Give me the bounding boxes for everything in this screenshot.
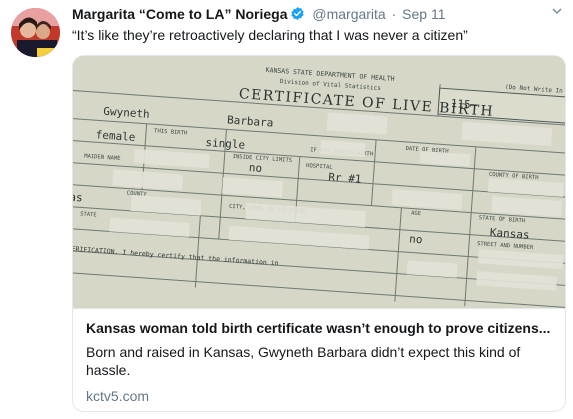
cert-address-number: Rr #1 <box>328 171 362 186</box>
tweet-text: “It’s like they’re retroactively declari… <box>72 27 468 43</box>
card-description: Born and raised in Kansas, Gwyneth Barba… <box>86 344 521 378</box>
user-handle[interactable]: @margarita <box>312 6 385 22</box>
cert-inside-city: no <box>248 161 262 175</box>
separator-dot: · <box>391 6 397 22</box>
cert-birth-type: single <box>205 136 246 152</box>
display-name[interactable]: Margarita “Come to LA” Noriega <box>72 6 287 22</box>
card-domain[interactable]: kctv5.com <box>86 388 149 404</box>
chevron-down-icon[interactable] <box>551 4 563 16</box>
cert-county: as <box>73 191 83 205</box>
cert-state: Kansas <box>489 226 530 242</box>
avatar-photo <box>11 8 60 57</box>
card-image: KANSAS STATE DEPARTMENT OF HEALTH Divisi… <box>73 56 565 308</box>
tweet-header: Margarita “Come to LA” Noriega @margarit… <box>72 6 563 26</box>
cert-label-age: AGE <box>411 210 421 217</box>
cert-sex: female <box>95 128 136 144</box>
card-title[interactable]: Kansas woman told birth certificate wasn… <box>86 320 557 336</box>
card-body[interactable]: Kansas woman told birth certificate wasn… <box>73 308 565 411</box>
birth-certificate-image: KANSAS STATE DEPARTMENT OF HEALTH Divisi… <box>73 56 565 308</box>
cert-inside-city-2: no <box>409 232 423 246</box>
tweet-date[interactable]: Sep 11 <box>402 6 445 22</box>
user-avatar[interactable] <box>11 8 60 57</box>
cert-label-state: STATE <box>80 211 97 218</box>
verified-badge-icon <box>290 6 305 21</box>
link-card[interactable]: KANSAS STATE DEPARTMENT OF HEALTH Divisi… <box>72 55 566 412</box>
